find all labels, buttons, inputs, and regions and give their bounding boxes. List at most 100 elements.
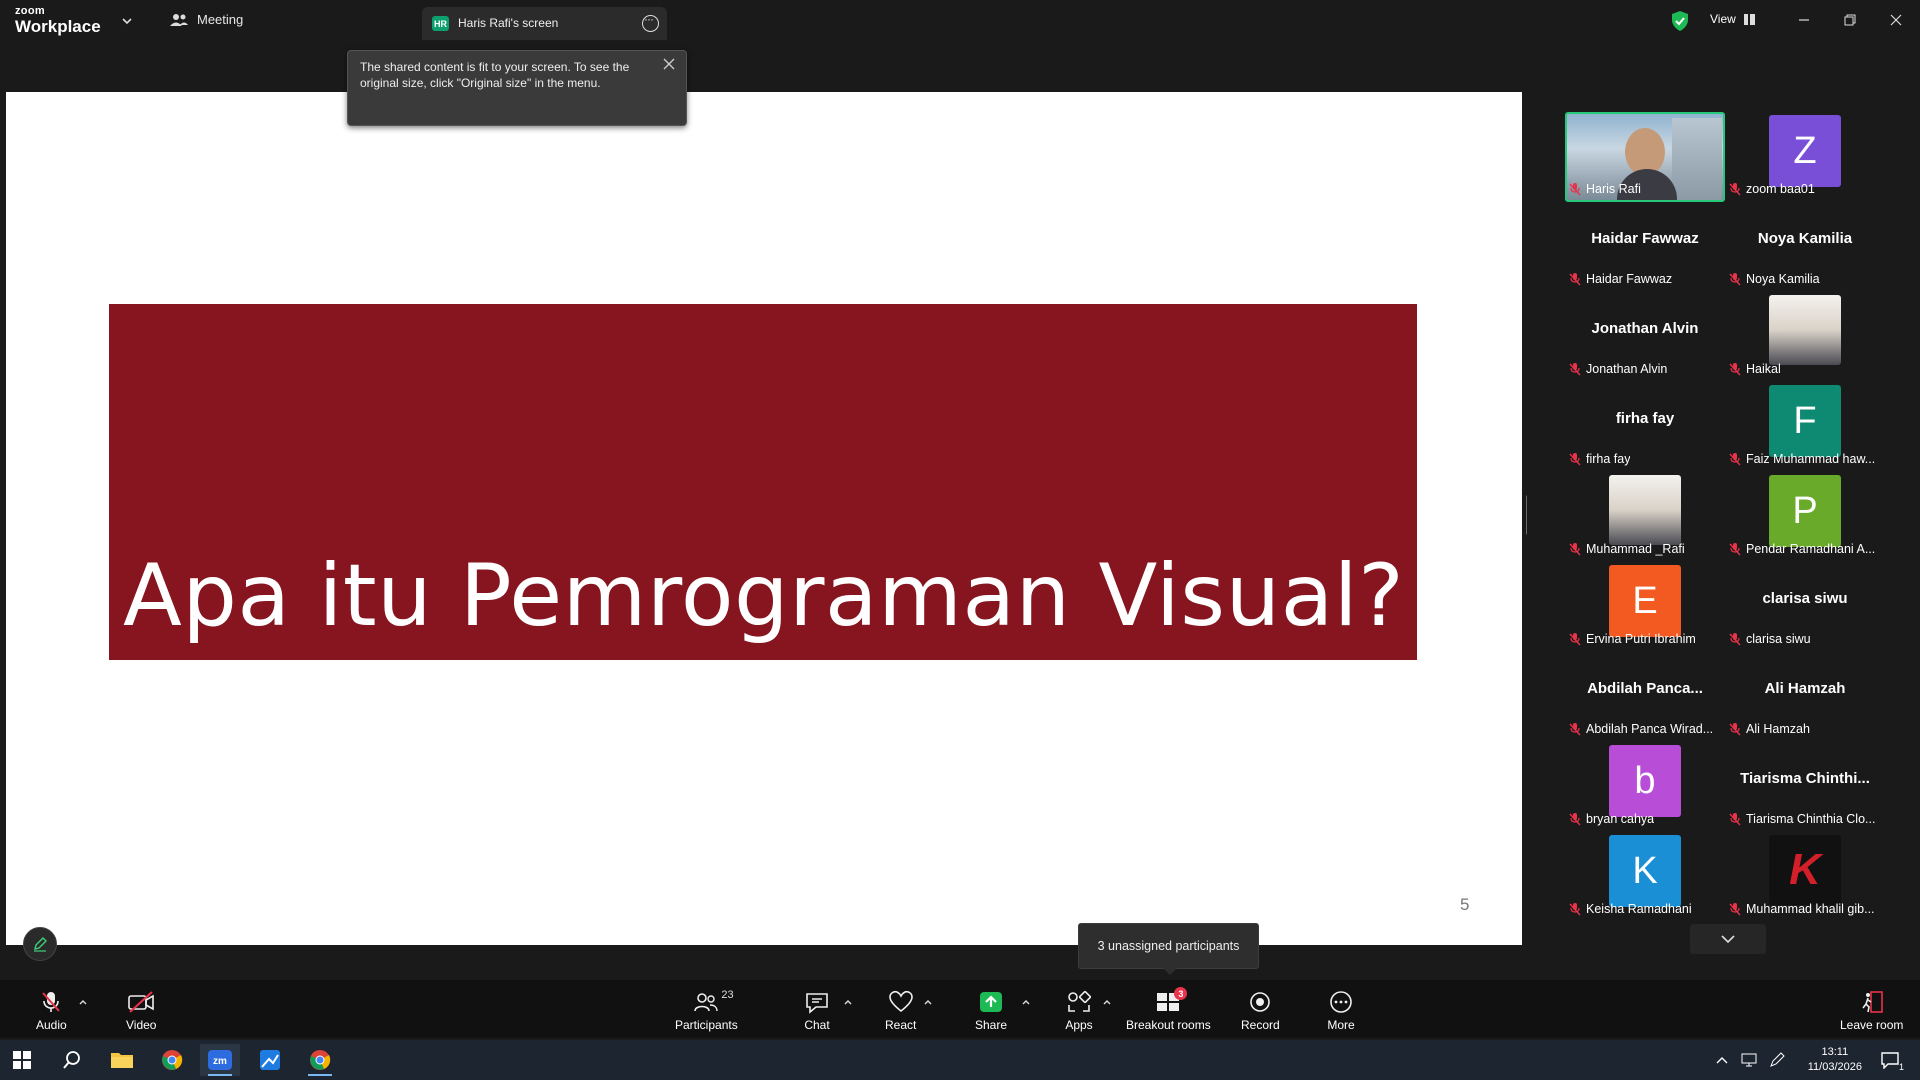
- video-label: Video: [126, 1018, 157, 1032]
- audio-options-caret-icon[interactable]: [78, 997, 88, 1007]
- participant-tile[interactable]: b bryan cahya: [1565, 742, 1725, 828]
- video-button[interactable]: Video: [126, 980, 156, 1038]
- participant-name-tag: clarisa siwu: [1728, 630, 1811, 648]
- system-clock[interactable]: 13:11 11/03/2026: [1808, 1045, 1862, 1075]
- notification-center-button[interactable]: 1: [1870, 1044, 1910, 1076]
- apps-button[interactable]: Apps: [1064, 980, 1094, 1038]
- clock-time: 13:11: [1821, 1046, 1849, 1058]
- chevron-down-icon[interactable]: [121, 15, 133, 27]
- meeting-tab[interactable]: Meeting: [170, 12, 243, 27]
- pen-workspace-button[interactable]: [1764, 1044, 1790, 1076]
- participant-tile[interactable]: K Keisha Ramadhani: [1565, 832, 1725, 918]
- participant-name-tag: zoom baa01: [1728, 180, 1815, 198]
- encryption-shield-icon[interactable]: [1670, 10, 1690, 32]
- participant-tile[interactable]: E Ervina Putri Ibrahim: [1565, 562, 1725, 648]
- tooltip-text: The shared content is fit to your screen…: [360, 60, 630, 90]
- annotate-button[interactable]: [23, 927, 57, 961]
- participant-tile[interactable]: Abdilah Panca... Abdilah Panca Wirad...: [1565, 652, 1725, 738]
- participant-tile[interactable]: Ali Hamzah Ali Hamzah: [1725, 652, 1885, 738]
- participant-tile[interactable]: Haris Rafi: [1565, 112, 1725, 202]
- react-label: React: [885, 1018, 917, 1032]
- close-window-button[interactable]: [1882, 8, 1910, 32]
- close-icon[interactable]: [662, 57, 676, 71]
- share-button[interactable]: Share: [975, 980, 1007, 1038]
- view-label: View: [1710, 12, 1736, 26]
- chat-options-caret-icon[interactable]: [843, 997, 853, 1007]
- participant-name-tag: Faiz Muhammad haw...: [1728, 450, 1875, 468]
- participant-tile[interactable]: F Faiz Muhammad haw...: [1725, 382, 1885, 468]
- participant-name-tag: bryan cahya: [1568, 810, 1654, 828]
- close-icon: [1890, 14, 1902, 26]
- apps-options-caret-icon[interactable]: [1102, 997, 1112, 1007]
- search-button[interactable]: [52, 1044, 92, 1076]
- unassigned-text: 3 unassigned participants: [1097, 939, 1240, 953]
- breakout-rooms-button[interactable]: 3 Breakout rooms: [1126, 980, 1211, 1038]
- react-options-caret-icon[interactable]: [923, 997, 933, 1007]
- more-options-icon[interactable]: [642, 12, 659, 32]
- chat-label: Chat: [804, 1018, 830, 1032]
- chrome-button[interactable]: [152, 1044, 192, 1076]
- record-button[interactable]: Record: [1241, 980, 1280, 1038]
- participant-name: zoom baa01: [1746, 182, 1815, 196]
- chat-bubble-icon: [806, 993, 828, 1014]
- participant-tile[interactable]: K Muhammad khalil gib...: [1725, 832, 1885, 918]
- network-icon: [1741, 1053, 1757, 1067]
- participants-count: 23: [721, 989, 734, 1001]
- microphone-muted-icon: [1729, 903, 1741, 916]
- start-button[interactable]: [2, 1044, 42, 1076]
- view-button[interactable]: View: [1710, 12, 1755, 26]
- notification-icon: [1881, 1052, 1899, 1069]
- minimize-button[interactable]: [1790, 8, 1818, 32]
- participant-display-name: Noya Kamilia: [1757, 230, 1853, 247]
- participant-tile[interactable]: Jonathan Alvin Jonathan Alvin: [1565, 292, 1725, 378]
- participant-tile[interactable]: Zzoom baa01: [1725, 112, 1885, 198]
- microphone-muted-icon: [42, 992, 61, 1012]
- record-icon: [1250, 992, 1271, 1012]
- zoom-workplace-logo[interactable]: zoom Workplace: [15, 6, 101, 36]
- participant-tile[interactable]: Muhammad _Rafi: [1565, 472, 1725, 558]
- share-options-caret-icon[interactable]: [1021, 997, 1031, 1007]
- more-button[interactable]: More: [1326, 980, 1356, 1038]
- participant-tile[interactable]: Tiarisma Chinthi... Tiarisma Chinthia Clo…: [1725, 742, 1885, 828]
- breakout-rooms-label: Breakout rooms: [1126, 1018, 1211, 1032]
- network-button[interactable]: [1736, 1044, 1762, 1076]
- gallery-scroll-down-button[interactable]: [1690, 924, 1766, 954]
- zoom-taskbar-button[interactable]: zm: [200, 1044, 240, 1076]
- shared-screen-tab[interactable]: HR Haris Rafi's screen: [422, 7, 667, 40]
- restore-button[interactable]: [1836, 8, 1864, 32]
- apps-icon: [1068, 990, 1092, 1012]
- zoom-app-icon: zm: [208, 1050, 232, 1070]
- paint-app-button[interactable]: [250, 1044, 290, 1076]
- search-icon: [63, 1051, 80, 1069]
- logo-big-text: Workplace: [15, 17, 101, 36]
- participant-tile[interactable]: Haidar Fawwaz Haidar Fawwaz: [1565, 202, 1725, 288]
- participant-name: Haikal: [1746, 362, 1781, 376]
- participant-tile[interactable]: P Pendar Ramadhani A...: [1725, 472, 1885, 558]
- show-hidden-icons-button[interactable]: [1710, 1044, 1734, 1076]
- file-explorer-button[interactable]: [102, 1044, 142, 1076]
- participant-tile[interactable]: firha fay firha fay: [1565, 382, 1725, 468]
- participant-avatar: K: [1609, 835, 1681, 907]
- microphone-muted-icon: [1729, 813, 1741, 826]
- participant-tile[interactable]: Noya Kamilia Noya Kamilia: [1725, 202, 1885, 288]
- share-label: Share: [975, 1018, 1008, 1032]
- participant-profile-photo: [1769, 295, 1841, 365]
- participants-button[interactable]: 23 Participants: [675, 980, 738, 1038]
- chrome-profile-button[interactable]: [300, 1044, 340, 1076]
- participant-name: Tiarisma Chinthia Clo...: [1746, 812, 1876, 826]
- microphone-muted-icon: [1729, 273, 1741, 286]
- participant-tile[interactable]: Haikal: [1725, 292, 1885, 378]
- chevron-down-icon: [1721, 935, 1735, 944]
- microphone-muted-icon: [1569, 363, 1581, 376]
- audio-label: Audio: [36, 1018, 67, 1032]
- react-button[interactable]: React: [885, 980, 916, 1038]
- chat-button[interactable]: Chat: [802, 980, 832, 1038]
- participant-tile[interactable]: clarisa siwu clarisa siwu: [1725, 562, 1885, 648]
- breakout-badge: 3: [1174, 987, 1188, 1000]
- chevron-up-icon: [1716, 1057, 1728, 1064]
- participant-name: Ali Hamzah: [1746, 722, 1810, 736]
- participant-name-tag: Ali Hamzah: [1728, 720, 1810, 738]
- audio-button[interactable]: Audio: [36, 980, 67, 1038]
- chrome-icon: [310, 1050, 331, 1070]
- leave-room-button[interactable]: Leave room: [1840, 980, 1903, 1038]
